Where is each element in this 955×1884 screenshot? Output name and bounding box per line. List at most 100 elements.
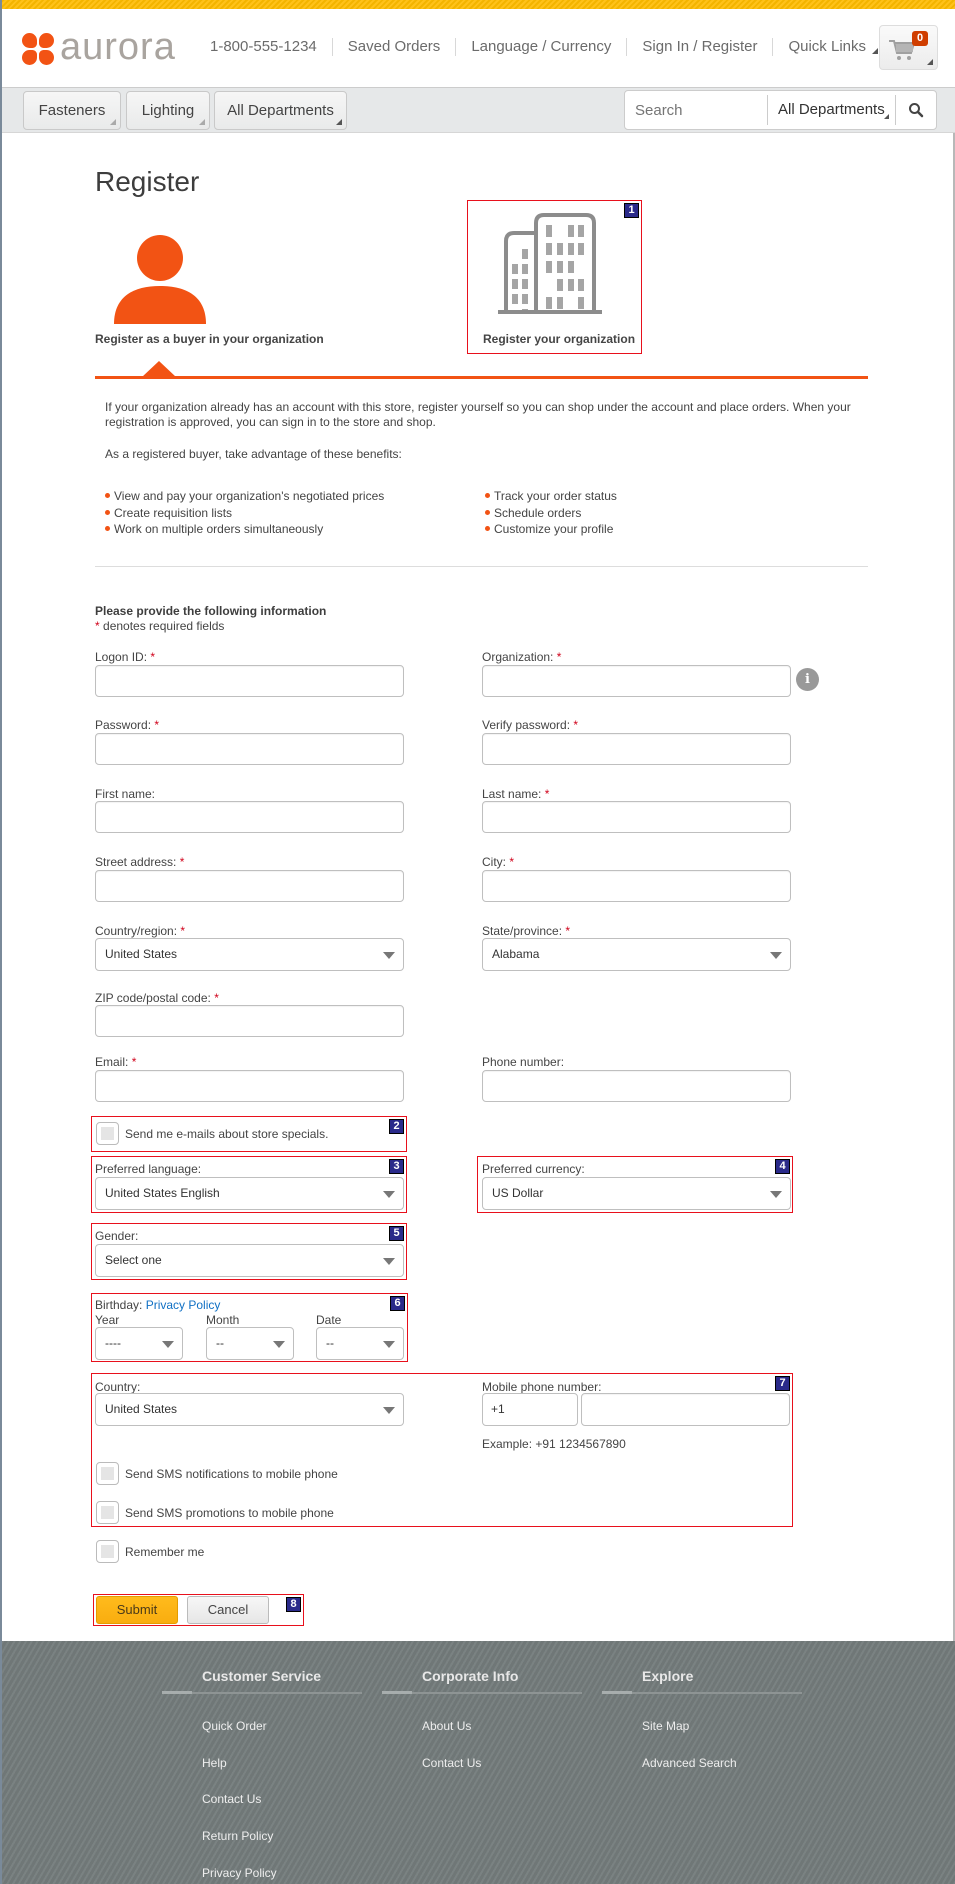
select-value: ---- [105, 1336, 121, 1350]
cart-button[interactable]: 0 [879, 25, 938, 70]
privacy-policy-link[interactable]: Privacy Policy [146, 1298, 221, 1312]
register-buyer-label: Register as a buyer in your organization [95, 332, 324, 346]
search-department-select[interactable]: All Departments [768, 95, 895, 125]
saved-orders-link[interactable]: Saved Orders [333, 38, 457, 56]
select-value: United States English [105, 1186, 220, 1200]
required-note: denotes required fields [103, 619, 225, 633]
phone-input[interactable] [482, 1070, 791, 1102]
zip-input[interactable] [95, 1005, 404, 1037]
footer-link[interactable]: About Us [422, 1719, 471, 1733]
register-organization-option[interactable]: Register your organization [472, 205, 637, 350]
last-name-input[interactable] [482, 801, 791, 833]
benefit-item: View and pay your organization's negotia… [105, 488, 485, 505]
divider [95, 566, 868, 567]
zip-label: ZIP code/postal code: * [95, 991, 219, 1005]
city-input[interactable] [482, 870, 791, 902]
dept-label: All Departments [227, 102, 334, 119]
mobile-example-text: Example: +91 1234567890 [482, 1437, 626, 1451]
form-intro: Please provide the following information… [95, 604, 326, 634]
cancel-button[interactable]: Cancel [187, 1596, 269, 1624]
dept-label: Lighting [141, 102, 195, 119]
footer-link[interactable]: Advanced Search [642, 1756, 737, 1770]
mobile-country-select[interactable]: United States [95, 1393, 404, 1426]
annotation-number: 2 [389, 1119, 404, 1134]
sign-in-register-link[interactable]: Sign In / Register [627, 38, 774, 56]
annotation-number: 3 [389, 1159, 404, 1174]
benefit-item: Create requisition lists [105, 505, 485, 522]
register-buyer-option[interactable]: Register as a buyer in your organization [95, 224, 325, 354]
street-address-input[interactable] [95, 870, 404, 902]
remember-me-label: Remember me [125, 1545, 205, 1559]
cart-count-badge: 0 [912, 31, 928, 46]
benefit-item: Schedule orders [485, 505, 865, 522]
caret-icon [199, 119, 205, 125]
country-region-select[interactable]: United States [95, 938, 404, 971]
sms-notifications-checkbox[interactable] [96, 1462, 119, 1485]
select-value: -- [326, 1336, 334, 1350]
chevron-down-icon [383, 1258, 395, 1265]
annotation-number: 5 [389, 1226, 404, 1241]
form-intro-title: Please provide the following information [95, 604, 327, 618]
dept-fasteners[interactable]: Fasteners [23, 91, 121, 130]
state-province-select[interactable]: Alabama [482, 938, 791, 971]
birthday-month-select[interactable]: -- [206, 1327, 294, 1360]
preferred-language-label: Preferred language: [95, 1162, 202, 1176]
benefits-list: View and pay your organization's negotia… [105, 488, 865, 538]
quick-links-menu[interactable]: Quick Links [773, 38, 893, 56]
phone-number-link[interactable]: 1-800-555-1234 [198, 38, 333, 56]
mobile-country-label: Country: [95, 1380, 141, 1394]
email-specials-checkbox[interactable] [96, 1122, 119, 1145]
header-links: 1-800-555-1234 Saved Orders Language / C… [198, 38, 893, 56]
footer-link[interactable]: Contact Us [422, 1756, 481, 1770]
building-icon [498, 213, 602, 314]
sms-promotions-checkbox[interactable] [96, 1501, 119, 1524]
chevron-down-icon [383, 1407, 395, 1414]
submit-button[interactable]: Submit [96, 1596, 178, 1624]
select-value: United States [105, 947, 178, 961]
gender-select[interactable]: Select one [95, 1244, 404, 1277]
country-code-input[interactable]: +1 [482, 1393, 578, 1426]
first-name-input[interactable] [95, 801, 404, 833]
verify-password-input[interactable] [482, 733, 791, 765]
search-department-value: All Departments [778, 101, 885, 118]
benefit-item: Track your order status [485, 488, 865, 505]
password-input[interactable] [95, 733, 404, 765]
footer-link[interactable]: Contact Us [202, 1792, 261, 1806]
preferred-currency-select[interactable]: US Dollar [482, 1177, 791, 1210]
footer-heading: Explore [642, 1668, 694, 1684]
search-input[interactable] [625, 95, 767, 125]
chevron-down-icon [273, 1341, 285, 1348]
mobile-phone-label: Mobile phone number: [482, 1380, 602, 1394]
birthday-year-select[interactable]: ---- [95, 1327, 183, 1360]
footer: Customer Service Quick Order Help Contac… [2, 1641, 955, 1884]
search-bar: All Departments [624, 90, 937, 130]
chevron-down-icon [770, 1191, 782, 1198]
footer-link[interactable]: Help [202, 1756, 227, 1770]
logon-id-input[interactable] [95, 665, 404, 697]
info-icon[interactable]: i [796, 668, 819, 691]
footer-link[interactable]: Return Policy [202, 1829, 273, 1843]
remember-me-checkbox[interactable] [96, 1540, 119, 1563]
logon-id-label: Logon ID: * [95, 650, 156, 664]
verify-password-label: Verify password: * [482, 718, 579, 732]
footer-link[interactable]: Quick Order [202, 1719, 267, 1733]
footer-link[interactable]: Site Map [642, 1719, 689, 1733]
logo-text: aurora [60, 26, 176, 68]
birthday-date-select[interactable]: -- [316, 1327, 404, 1360]
logo[interactable]: aurora [22, 28, 176, 66]
annotation-number: 4 [775, 1159, 790, 1174]
preferred-language-select[interactable]: United States English [95, 1177, 404, 1210]
select-value: US Dollar [492, 1186, 544, 1200]
benefit-item: Customize your profile [485, 521, 865, 538]
mobile-phone-input[interactable] [581, 1393, 790, 1426]
organization-input[interactable] [482, 665, 791, 697]
dept-all-departments[interactable]: All Departments [214, 91, 347, 130]
language-currency-link[interactable]: Language / Currency [456, 38, 628, 56]
email-input[interactable] [95, 1070, 404, 1102]
birthday-label: Birthday: Privacy Policy [95, 1298, 221, 1312]
search-button[interactable] [896, 95, 936, 125]
footer-link[interactable]: Privacy Policy [202, 1866, 277, 1880]
select-value: Alabama [492, 947, 540, 961]
dept-lighting[interactable]: Lighting [126, 91, 210, 130]
register-organization-label: Register your organization [483, 332, 636, 346]
